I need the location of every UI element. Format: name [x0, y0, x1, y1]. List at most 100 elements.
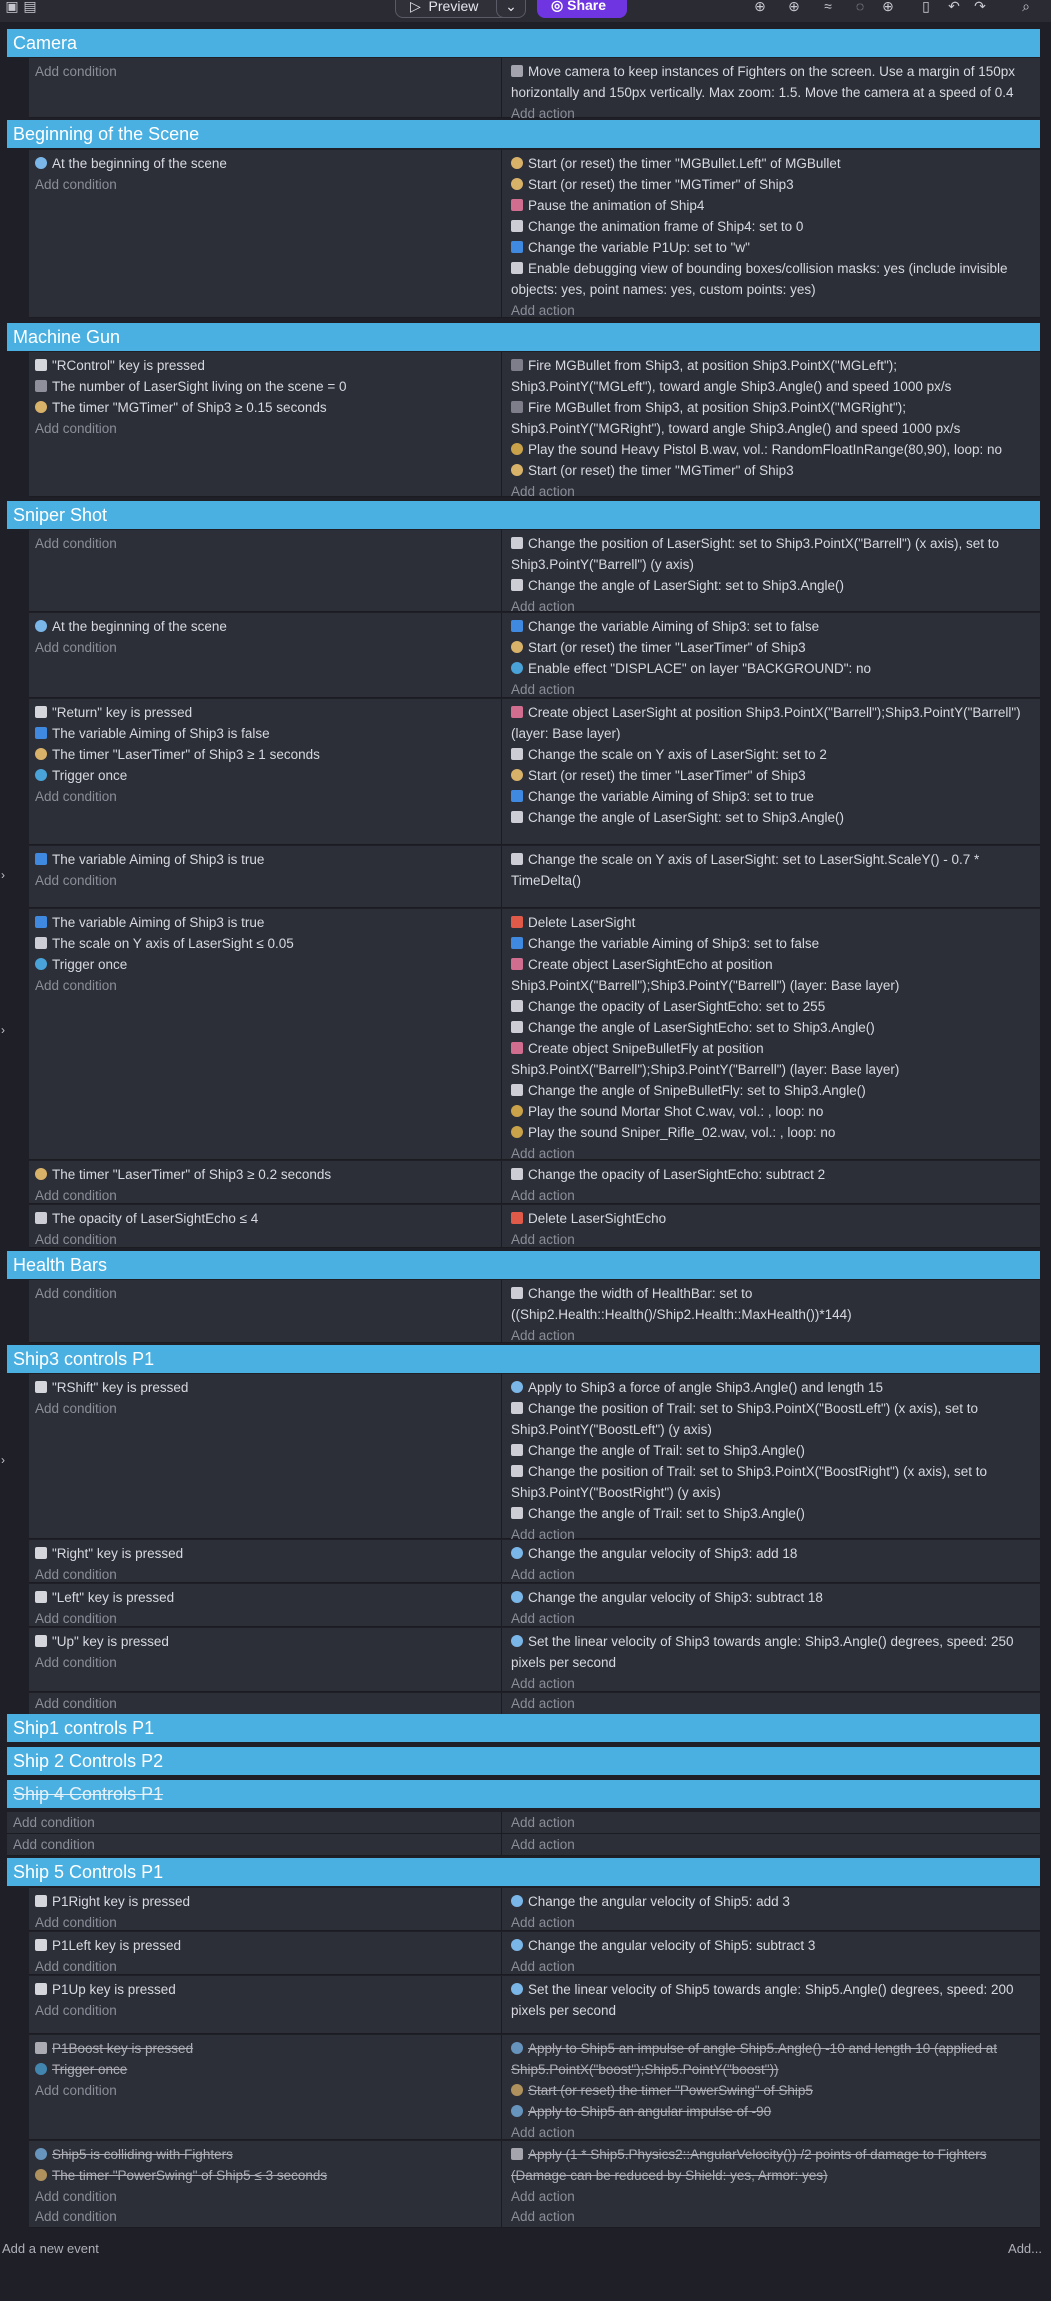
condition-line[interactable]: Trigger once: [35, 2059, 501, 2080]
condition-line[interactable]: The variable Aiming of Ship3 is false: [35, 723, 501, 744]
event-sniper-5[interactable]: The variable Aiming of Ship3 is true The…: [29, 909, 1040, 1161]
condition-line[interactable]: P1Up key is pressed: [35, 1979, 501, 2000]
add-condition-link[interactable]: Add condition: [35, 174, 501, 195]
event-ship3-left[interactable]: "Left" key is pressed Add condition Chan…: [29, 1584, 1040, 1627]
condition-line[interactable]: The scale on Y axis of LaserSight ≤ 0.05: [35, 933, 501, 954]
add-condition-link[interactable]: Add condition: [35, 533, 501, 554]
add-condition-link[interactable]: Add condition: [35, 1652, 501, 1673]
add-condition-link[interactable]: Add condition: [35, 1398, 501, 1419]
chevron-right-icon[interactable]: ›: [1, 1450, 5, 1471]
action-line[interactable]: Apply to Ship3 a force of angle Ship3.An…: [511, 1377, 1032, 1398]
event-sniper-7[interactable]: The opacity of LaserSightEcho ≤ 4 Add co…: [29, 1205, 1040, 1248]
event-sniper-1[interactable]: Add condition Change the position of Las…: [29, 530, 1040, 614]
action-line[interactable]: Change the opacity of LaserSightEcho: su…: [511, 1164, 1032, 1185]
condition-line[interactable]: The opacity of LaserSightEcho ≤ 4: [35, 1208, 501, 1229]
event-beginning[interactable]: At the beginning of the scene Add condit…: [29, 150, 1040, 318]
group-sniper-shot[interactable]: Sniper Shot: [7, 501, 1040, 529]
add-event-icon[interactable]: ⊕: [752, 0, 768, 14]
action-line[interactable]: Change the angle of SnipeBulletFly: set …: [511, 1080, 1032, 1101]
action-line[interactable]: Pause the animation of Ship4: [511, 195, 1032, 216]
add-condition-link[interactable]: Add condition: [35, 637, 501, 658]
add-action-link[interactable]: Add action: [503, 1812, 1040, 1834]
action-line[interactable]: Change the variable Aiming of Ship3: set…: [511, 786, 1032, 807]
group-beginning-of-scene[interactable]: Beginning of the Scene: [7, 120, 1040, 148]
action-line[interactable]: Change the scale on Y axis of LaserSight…: [511, 849, 1032, 891]
condition-line[interactable]: The variable Aiming of Ship3 is true: [35, 912, 501, 933]
action-line[interactable]: Change the angular velocity of Ship5: su…: [511, 1935, 1032, 1956]
action-line[interactable]: Change the opacity of LaserSightEcho: se…: [511, 996, 1032, 1017]
add-action-link[interactable]: Add action: [511, 2122, 1032, 2143]
action-line[interactable]: Delete LaserSight: [511, 912, 1032, 933]
action-line[interactable]: Start (or reset) the timer "PowerSwing" …: [511, 2080, 1032, 2101]
group-ship5-controls[interactable]: Ship 5 Controls P1: [7, 1858, 1040, 1886]
action-line[interactable]: Fire MGBullet from Ship3, at position Sh…: [511, 355, 1032, 397]
action-line[interactable]: Create object LaserSightEcho at position…: [511, 954, 1032, 996]
add-condition-link[interactable]: Add condition: [35, 1912, 501, 1933]
group-camera[interactable]: Camera: [7, 29, 1040, 57]
add-condition-link[interactable]: Add condition: [35, 1283, 501, 1304]
event-ship5-up[interactable]: P1Up key is pressed Add condition Set th…: [29, 1976, 1040, 2034]
action-line[interactable]: Fire MGBullet from Ship3, at position Sh…: [511, 397, 1032, 439]
condition-line[interactable]: The number of LaserSight living on the s…: [35, 376, 501, 397]
action-line[interactable]: Create object LaserSight at position Shi…: [511, 702, 1032, 744]
add-action-link[interactable]: Add action: [511, 1912, 1032, 1933]
add-action-link[interactable]: Add action: [511, 1564, 1032, 1585]
action-line[interactable]: Change the angle of Trail: set to Ship3.…: [511, 1440, 1032, 1461]
add-condition-link[interactable]: Add condition: [35, 1956, 501, 1977]
action-line[interactable]: Start (or reset) the timer "MGTimer" of …: [511, 174, 1032, 195]
group-ship3-controls[interactable]: Ship3 controls P1: [7, 1345, 1040, 1373]
action-line[interactable]: Start (or reset) the timer "MGBullet.Lef…: [511, 153, 1032, 174]
add-condition-link[interactable]: Add condition: [35, 975, 501, 996]
empty-event-row[interactable]: Add condition Add action: [7, 1812, 1040, 1834]
action-line[interactable]: Change the angle of LaserSight: set to S…: [511, 575, 1032, 596]
condition-line[interactable]: P1Right key is pressed: [35, 1891, 501, 1912]
action-line[interactable]: Change the variable P1Up: set to "w": [511, 237, 1032, 258]
event-camera[interactable]: Add condition Move camera to keep instan…: [29, 58, 1040, 121]
event-ship5-left[interactable]: P1Left key is pressed Add condition Chan…: [29, 1932, 1040, 1975]
add-condition-link[interactable]: Add condition: [35, 870, 501, 891]
chevron-right-icon[interactable]: ›: [1, 1020, 5, 1041]
action-line[interactable]: Change the position of Trail: set to Shi…: [511, 1398, 1032, 1440]
condition-line[interactable]: At the beginning of the scene: [35, 153, 501, 174]
add-action-link[interactable]: Add action: [503, 2206, 1040, 2228]
event-machine-gun[interactable]: "RControl" key is pressed The number of …: [29, 352, 1040, 499]
action-line[interactable]: Change the angle of LaserSight: set to S…: [511, 807, 1032, 828]
chevron-right-icon[interactable]: ›: [1, 865, 5, 886]
action-line[interactable]: Change the angle of Trail: set to Ship3.…: [511, 1503, 1032, 1524]
action-line[interactable]: Change the angular velocity of Ship5: ad…: [511, 1891, 1032, 1912]
condition-line[interactable]: Trigger once: [35, 954, 501, 975]
condition-line[interactable]: "Return" key is pressed: [35, 702, 501, 723]
group-health-bars[interactable]: Health Bars: [7, 1251, 1040, 1279]
condition-line[interactable]: "RShift" key is pressed: [35, 1377, 501, 1398]
add-action-link[interactable]: Add action: [511, 1673, 1032, 1694]
add-action-link[interactable]: Add action: [511, 300, 1032, 321]
save-icon[interactable]: ▣: [4, 0, 20, 14]
undo-icon[interactable]: ↶: [946, 0, 962, 14]
event-sniper-6[interactable]: The timer "LaserTimer" of Ship3 ≥ 0.2 se…: [29, 1161, 1040, 1204]
add-action-link[interactable]: Add action: [511, 1956, 1032, 1977]
action-line[interactable]: Change the width of HealthBar: set to ((…: [511, 1283, 1032, 1325]
group-ship1-controls[interactable]: Ship1 controls P1: [7, 1714, 1040, 1742]
condition-line[interactable]: Trigger once: [35, 765, 501, 786]
action-line[interactable]: Play the sound Mortar Shot C.wav, vol.: …: [511, 1101, 1032, 1122]
add-action-link[interactable]: Add action: [511, 679, 1032, 700]
action-line[interactable]: Enable debugging view of bounding boxes/…: [511, 258, 1032, 300]
add-condition-link[interactable]: Add condition: [35, 1608, 501, 1629]
add-condition-link[interactable]: Add condition: [29, 2206, 502, 2228]
add-action-link[interactable]: Add action: [511, 1325, 1032, 1346]
add-subevent-icon[interactable]: ⊕: [786, 0, 802, 14]
action-line[interactable]: Move camera to keep instances of Fighter…: [511, 61, 1032, 103]
condition-line[interactable]: "RControl" key is pressed: [35, 355, 501, 376]
action-line[interactable]: Delete LaserSightEcho: [511, 1208, 1032, 1229]
condition-line[interactable]: The timer "LaserTimer" of Ship3 ≥ 0.2 se…: [35, 1164, 501, 1185]
add-condition-link[interactable]: Add condition: [35, 1564, 501, 1585]
action-line[interactable]: Apply to Ship5 an angular impulse of -90: [511, 2101, 1032, 2122]
add-condition-link[interactable]: Add condition: [35, 61, 501, 82]
add-condition-link[interactable]: Add condition: [35, 1185, 501, 1206]
event-ship3-right[interactable]: "Right" key is pressed Add condition Cha…: [29, 1540, 1040, 1583]
add-comment-icon[interactable]: ≈: [820, 0, 836, 14]
event-ship5-right[interactable]: P1Right key is pressed Add condition Cha…: [29, 1888, 1040, 1931]
group-ship2-controls[interactable]: Ship 2 Controls P2: [7, 1747, 1040, 1775]
redo-icon[interactable]: ↷: [972, 0, 988, 14]
condition-line[interactable]: Ship5 is colliding with Fighters: [35, 2144, 501, 2165]
